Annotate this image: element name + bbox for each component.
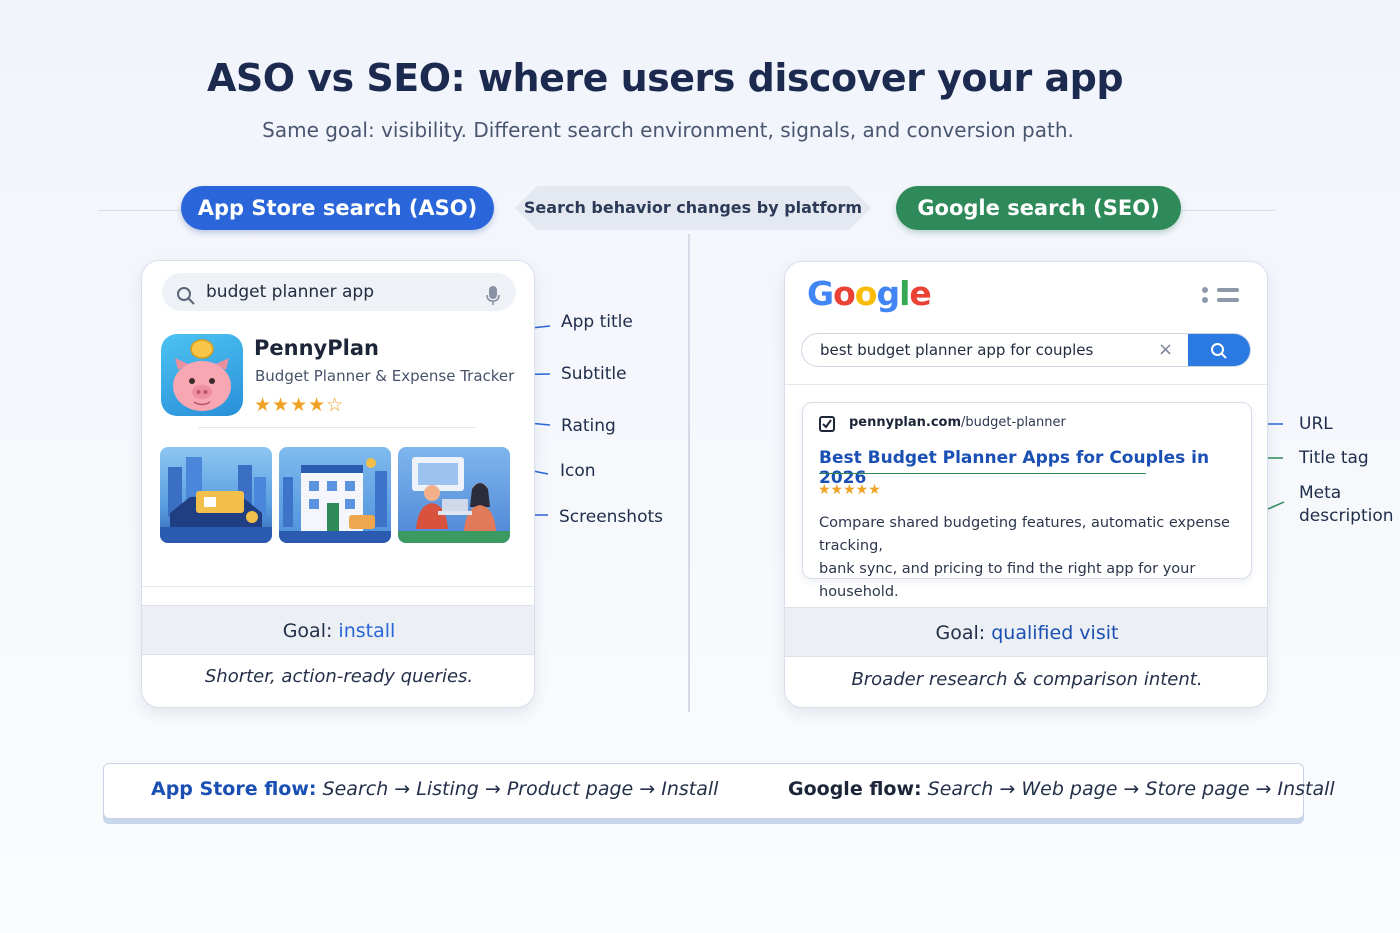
search-button[interactable] [1188,334,1250,366]
result-url-path: /budget-planner [961,415,1066,430]
house-illustration [279,458,391,543]
google-flow-label: Google flow: [788,778,922,800]
seo-goal-value: qualified visit [991,622,1119,644]
result-url-domain: pennyplan.com [849,415,962,430]
callout-meta-description: Meta description [1299,483,1394,526]
screenshot-1[interactable] [160,447,272,543]
seo-goal-label: Goal: [935,622,986,644]
listing-separator [198,427,476,428]
app-store-flow-label: App Store flow: [151,778,317,800]
aso-card-rule [142,586,534,587]
google-logo: Google [807,274,932,313]
callout-screenshots: Screenshots [559,507,664,527]
result-title-underline [819,473,1146,474]
search-icon [1211,343,1227,359]
clear-icon[interactable]: × [1158,334,1173,366]
aso-search-query: budget planner app [206,282,375,302]
aso-card: budget planner app PennyPlan Budget Plan… [141,260,535,708]
aso-note: Shorter, action-ready queries. [204,666,474,687]
app-icon[interactable] [161,334,243,416]
result-url[interactable]: pennyplan.com/budget-planner [849,415,1066,430]
couple-laptop-illustration [398,457,510,543]
google-search-bar[interactable]: best budget planner app for couples × [801,333,1251,367]
callout-url: URL [1299,414,1333,434]
callout-subtitle: Subtitle [561,364,627,384]
result-rating-stars: ★★★★★ [818,482,881,498]
app-subtitle: Budget Planner & Expense Tracker [255,367,515,385]
google-flow: Google flow: Search → Web page → Store p… [788,778,1335,800]
app-name: PennyPlan [254,336,379,360]
app-store-flow-steps: Search → Listing → Product page → Instal… [322,778,719,800]
search-icon [176,282,196,320]
aso-goal-label: Goal: [282,620,333,642]
aso-goal-value: install [338,620,396,642]
google-rule [785,384,1267,385]
aso-search-bar[interactable]: budget planner app [162,273,516,311]
city-car-illustration [160,457,272,543]
screenshot-2[interactable] [279,447,391,543]
app-rating-stars: ★★★★☆ [254,394,345,416]
aso-goal-bar: Goal: install [142,605,534,655]
result-description: Compare shared budgeting features, autom… [819,515,1230,600]
piggy-bank-icon [173,339,231,411]
callout-icon: Icon [560,461,596,481]
search-result[interactable]: pennyplan.com/budget-planner Best Budget… [802,402,1252,600]
screenshot-3[interactable] [398,447,510,543]
favicon-icon [819,416,835,436]
google-search-query: best budget planner app for couples [820,341,1094,359]
google-flow-steps: Search → Web page → Store page → Install [927,778,1335,800]
microphone-icon[interactable] [486,282,500,320]
result-title[interactable]: Best Budget Planner Apps for Couples in … [819,448,1251,488]
callout-app-title: App title [561,312,633,332]
seo-goal-bar: Goal: qualified visit [785,607,1267,657]
flow-bar: App Store flow: Search → Listing → Produ… [103,763,1335,819]
menu-icon[interactable] [1201,286,1243,308]
seo-card: Google best budget planner app for coupl… [784,261,1268,708]
callout-title-tag: Title tag [1299,448,1369,468]
seo-note: Broader research & comparison intent. [851,669,1203,690]
callout-rating: Rating [561,416,616,436]
app-store-flow: App Store flow: Search → Listing → Produ… [151,778,718,800]
